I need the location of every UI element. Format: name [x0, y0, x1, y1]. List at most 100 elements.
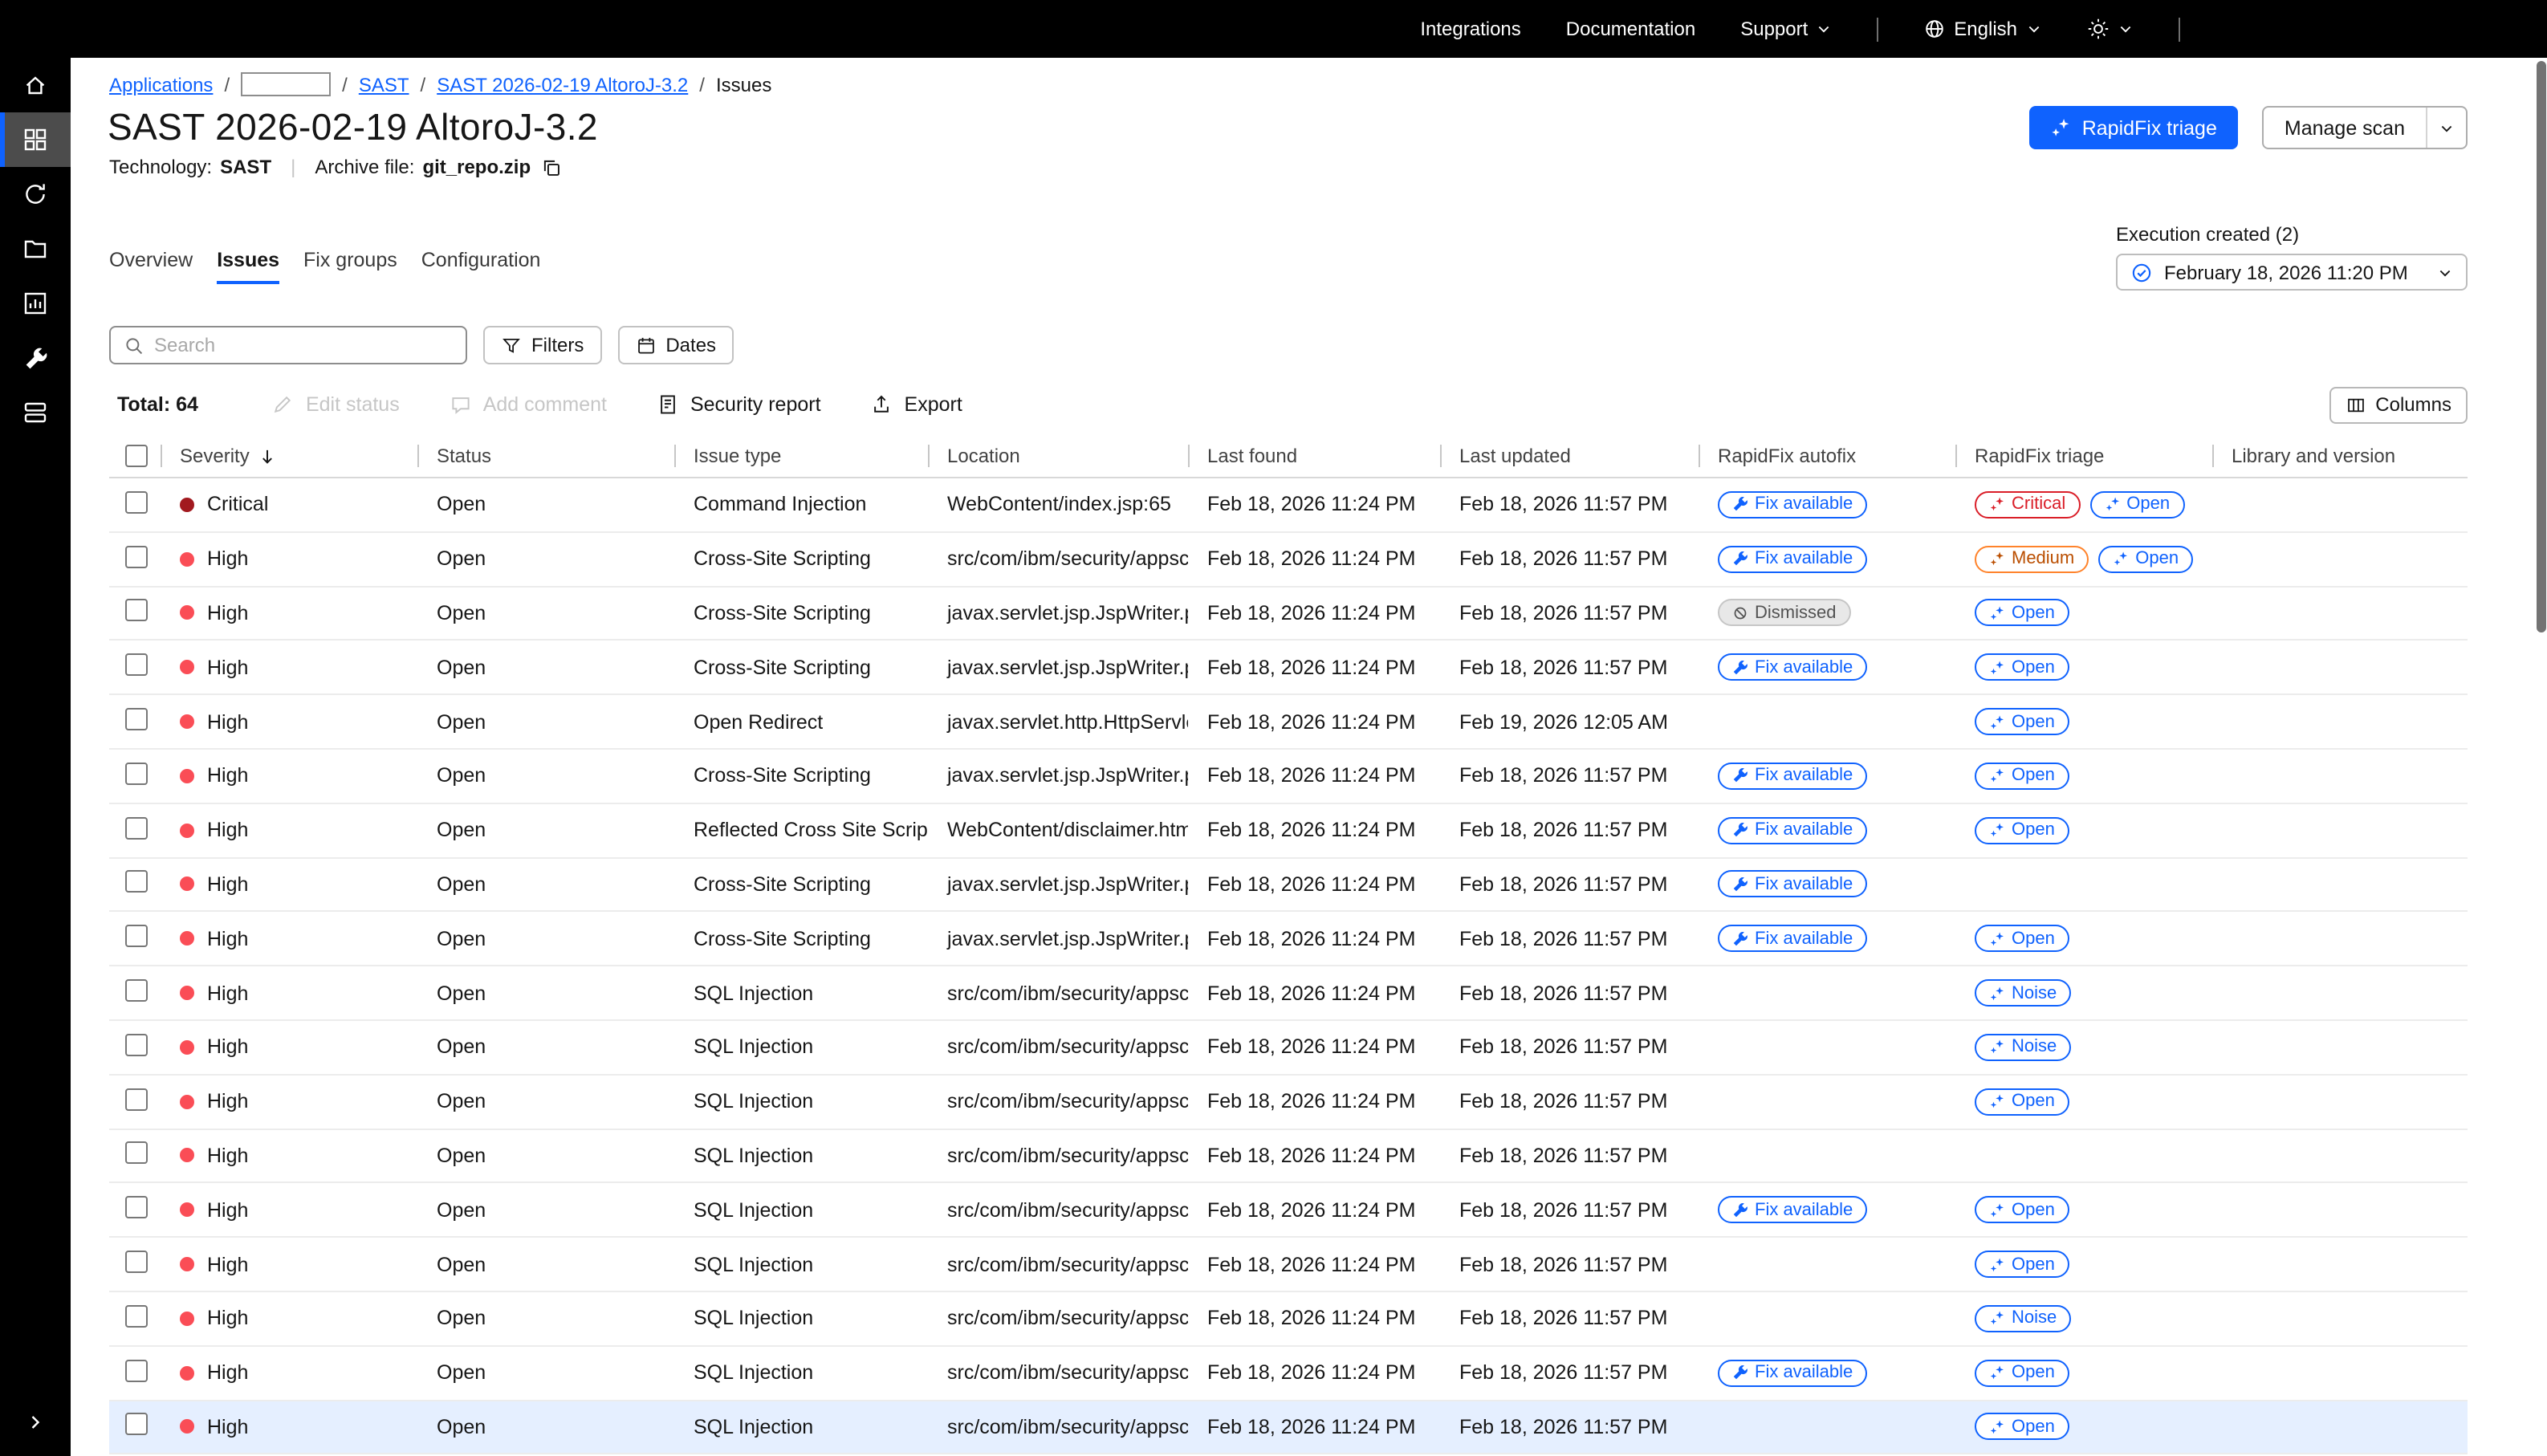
- row-checkbox[interactable]: [125, 871, 148, 893]
- issue-type-cell: SQL Injection: [674, 1090, 928, 1112]
- edit-status-button[interactable]: Edit status: [272, 393, 400, 416]
- tab-issues[interactable]: Issues: [217, 242, 279, 284]
- table-row[interactable]: HighOpenSQL Injectionsrc/com/ibm/securit…: [109, 1021, 2468, 1076]
- table-row[interactable]: HighOpenCross-Site Scriptingsrc/com/ibm/…: [109, 533, 2468, 588]
- tab-fix-groups[interactable]: Fix groups: [303, 242, 397, 284]
- row-checkbox[interactable]: [125, 763, 148, 785]
- add-comment-button[interactable]: Add comment: [450, 393, 607, 416]
- row-checkbox[interactable]: [125, 1142, 148, 1165]
- manage-scan-dropdown[interactable]: [2426, 108, 2466, 148]
- table-row[interactable]: HighOpenReflected Cross Site ScriptingWe…: [109, 804, 2468, 859]
- table-row[interactable]: HighOpenCross-Site Scriptingjavax.servle…: [109, 913, 2468, 967]
- column-header-severity[interactable]: Severity: [161, 435, 417, 477]
- search-input[interactable]: [154, 334, 453, 356]
- row-checkbox[interactable]: [125, 1359, 148, 1381]
- table-row[interactable]: CriticalOpenCommand InjectionWebContent/…: [109, 478, 2468, 533]
- badge-open: Open: [1975, 654, 2069, 681]
- sidebar-item-scans[interactable]: [0, 167, 71, 222]
- column-header-rapidfix-autofix[interactable]: RapidFix autofix: [1699, 435, 1955, 477]
- rapidfix-sparkle-icon: [1989, 1093, 2005, 1109]
- row-checkbox[interactable]: [125, 600, 148, 622]
- table-row[interactable]: HighOpenCross-Site Scriptingjavax.servle…: [109, 858, 2468, 913]
- sidebar-expand-button[interactable]: [0, 1411, 71, 1434]
- execution-value: February 18, 2026 11:20 PM: [2164, 261, 2408, 283]
- table-row[interactable]: HighOpenSQL Injectionsrc/com/ibm/securit…: [109, 1292, 2468, 1347]
- column-header-last-found[interactable]: Last found: [1188, 435, 1440, 477]
- select-all-checkbox[interactable]: [125, 445, 148, 467]
- column-header-issue-type[interactable]: Issue type: [674, 435, 928, 477]
- row-checkbox[interactable]: [125, 1413, 148, 1436]
- theme-sun-icon: [2086, 18, 2109, 40]
- folder-icon: [22, 236, 48, 262]
- sidebar-item-imports[interactable]: [0, 222, 71, 276]
- row-checkbox[interactable]: [125, 1034, 148, 1056]
- row-checkbox[interactable]: [125, 708, 148, 730]
- breadcrumb-applications[interactable]: Applications: [109, 73, 213, 96]
- technology-value: SAST: [220, 156, 271, 178]
- triage-header-label: RapidFix triage: [1975, 445, 2104, 467]
- row-checkbox[interactable]: [125, 1088, 148, 1110]
- table-row[interactable]: HighOpenSQL Injectionsrc/com/ibm/securit…: [109, 1401, 2468, 1455]
- column-header-library[interactable]: Library and version: [2212, 435, 2468, 477]
- row-checkbox[interactable]: [125, 1305, 148, 1328]
- sidebar-item-home[interactable]: [0, 58, 71, 112]
- status-cell: Open: [417, 819, 674, 841]
- columns-button[interactable]: Columns: [2329, 386, 2468, 423]
- documentation-link[interactable]: Documentation: [1566, 18, 1695, 40]
- table-row[interactable]: HighOpenSQL Injectionsrc/com/ibm/securit…: [109, 966, 2468, 1021]
- security-report-button[interactable]: Security report: [657, 393, 821, 416]
- row-checkbox[interactable]: [125, 654, 148, 677]
- filters-button[interactable]: Filters: [483, 326, 601, 364]
- location-cell: src/com/ibm/security/appscan/a: [928, 1090, 1188, 1112]
- row-checkbox[interactable]: [125, 491, 148, 514]
- row-checkbox[interactable]: [125, 545, 148, 567]
- export-button[interactable]: Export: [871, 393, 962, 416]
- sidebar-item-reports[interactable]: [0, 276, 71, 331]
- severity-dot: [180, 1257, 194, 1271]
- column-header-rapidfix-triage[interactable]: RapidFix triage: [1955, 435, 2212, 477]
- manage-scan-button[interactable]: Manage scan: [2262, 106, 2468, 149]
- row-checkbox[interactable]: [125, 816, 148, 839]
- applications-icon: [22, 127, 48, 153]
- tab-configuration[interactable]: Configuration: [421, 242, 541, 284]
- table-row[interactable]: HighOpenSQL Injectionsrc/com/ibm/securit…: [109, 1129, 2468, 1184]
- severity-dot: [180, 986, 194, 1000]
- severity-cell: High: [161, 1253, 417, 1275]
- severity-dot: [180, 498, 194, 512]
- copy-icon[interactable]: [540, 157, 561, 177]
- breadcrumb-item-redacted[interactable]: [241, 72, 331, 96]
- table-row[interactable]: HighOpenSQL Injectionsrc/com/ibm/securit…: [109, 1238, 2468, 1292]
- column-header-status[interactable]: Status: [417, 435, 674, 477]
- column-header-last-updated[interactable]: Last updated: [1440, 435, 1699, 477]
- tab-overview[interactable]: Overview: [109, 242, 193, 284]
- table-row[interactable]: HighOpenCross-Site Scriptingjavax.servle…: [109, 587, 2468, 641]
- table-row[interactable]: HighOpenSQL Injectionsrc/com/ibm/securit…: [109, 1184, 2468, 1238]
- table-row[interactable]: HighOpenOpen Redirectjavax.servlet.http.…: [109, 695, 2468, 750]
- theme-menu[interactable]: [2086, 18, 2133, 40]
- vertical-scrollbar-thumb[interactable]: [2536, 61, 2545, 632]
- row-checkbox[interactable]: [125, 1197, 148, 1219]
- column-header-location[interactable]: Location: [928, 435, 1188, 477]
- integrations-link[interactable]: Integrations: [1420, 18, 1520, 40]
- table-row[interactable]: HighOpenCross-Site Scriptingjavax.servle…: [109, 641, 2468, 696]
- row-checkbox[interactable]: [125, 925, 148, 948]
- breadcrumb-scan[interactable]: SAST 2026-02-19 AltoroJ-3.2: [437, 73, 688, 96]
- rapidfix-triage-button[interactable]: RapidFix triage: [2029, 106, 2238, 149]
- sidebar-item-applications[interactable]: [0, 112, 71, 167]
- support-menu[interactable]: Support: [1740, 18, 1832, 40]
- sidebar-item-inventory[interactable]: [0, 385, 71, 440]
- language-menu[interactable]: English: [1923, 18, 2041, 40]
- table-row[interactable]: HighOpenCross-Site Scriptingjavax.servle…: [109, 750, 2468, 804]
- location-cell: src/com/ibm/security/appscan/a: [928, 1036, 1188, 1059]
- table-row[interactable]: HighOpenSQL Injectionsrc/com/ibm/securit…: [109, 1076, 2468, 1130]
- row-checkbox[interactable]: [125, 1251, 148, 1273]
- table-row[interactable]: HighOpenSQL Injectionsrc/com/ibm/securit…: [109, 1347, 2468, 1401]
- execution-select[interactable]: February 18, 2026 11:20 PM: [2116, 254, 2468, 291]
- fix-wrench-icon: [1732, 497, 1748, 513]
- last-updated-cell: Feb 18, 2026 11:57 PM: [1440, 1361, 1699, 1384]
- row-checkbox[interactable]: [125, 979, 148, 1002]
- dates-button[interactable]: Dates: [617, 326, 734, 364]
- sidebar-item-tools[interactable]: [0, 331, 71, 385]
- autofix-cell: Fix available: [1699, 654, 1955, 681]
- breadcrumb-sast[interactable]: SAST: [359, 73, 409, 96]
